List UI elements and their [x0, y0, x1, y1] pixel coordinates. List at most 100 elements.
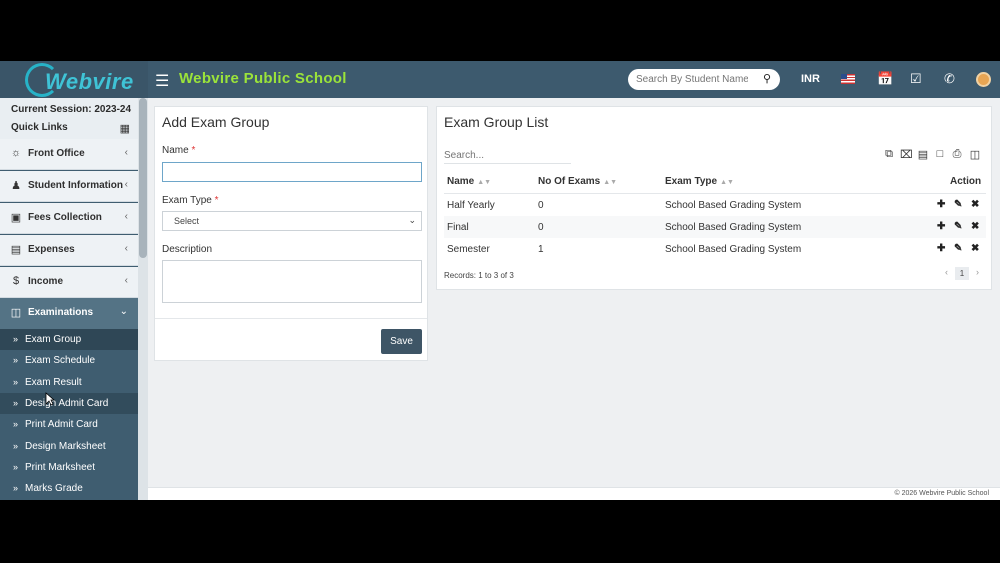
currency-selector[interactable]: INR: [801, 73, 820, 85]
submenu-marks-grade[interactable]: » Marks Grade: [0, 478, 146, 499]
double-chevron-icon: »: [13, 462, 19, 472]
sidebar-item-examinations[interactable]: ◫ Examinations ⌄: [0, 298, 138, 329]
money-icon: ▣: [10, 212, 22, 224]
submenu-exam-group[interactable]: » Exam Group: [0, 329, 146, 350]
double-chevron-icon: »: [13, 419, 19, 429]
mouse-cursor-icon: [45, 392, 55, 406]
us-flag-icon[interactable]: [841, 74, 855, 84]
submenu-print-admit-card[interactable]: » Print Admit Card: [0, 414, 146, 435]
sidebar-item-expenses[interactable]: ▤ Expenses ‹: [0, 235, 138, 266]
name-field[interactable]: [162, 162, 422, 182]
cell-name: Half Yearly: [447, 200, 495, 211]
task-check-icon[interactable]: ☑: [910, 71, 922, 87]
sidebar-item-fees-collection[interactable]: ▣ Fees Collection ‹: [0, 203, 138, 234]
delete-icon[interactable]: ✖: [971, 221, 979, 232]
sidebar-scrollbar[interactable]: [138, 98, 148, 500]
cell-no-of-exams: 0: [538, 200, 544, 211]
add-icon[interactable]: ✚: [937, 199, 945, 210]
column-header-text: Name: [447, 176, 475, 187]
student-search-input[interactable]: [636, 72, 748, 87]
calendar-icon[interactable]: 📅: [877, 71, 893, 87]
submenu-design-marksheet[interactable]: » Design Marksheet: [0, 436, 146, 457]
add-icon[interactable]: ✚: [937, 221, 945, 232]
chevron-left-icon: ‹: [124, 275, 128, 286]
cell-exam-type: School Based Grading System: [665, 244, 802, 255]
column-header-name[interactable]: Name ▲▼: [447, 176, 491, 187]
top-bar: Webvire ☰ Webvire Public School ⚲ INR 📅 …: [0, 61, 1000, 98]
quick-links-label[interactable]: Quick Links: [11, 122, 68, 133]
previous-page-icon[interactable]: ‹: [945, 267, 948, 277]
cell-no-of-exams: 0: [538, 222, 544, 233]
edit-pencil-icon[interactable]: ✎: [954, 243, 962, 254]
chevron-left-icon: ‹: [124, 243, 128, 254]
logo[interactable]: Webvire: [0, 61, 148, 98]
double-chevron-icon: »: [13, 334, 19, 344]
delete-icon[interactable]: ✖: [971, 243, 979, 254]
menu-toggle-icon[interactable]: ☰: [155, 71, 169, 91]
sort-icon: ▲▼: [603, 179, 618, 186]
sidebar-item-label: Expenses: [28, 244, 75, 255]
submenu-exam-result[interactable]: » Exam Result: [0, 372, 146, 393]
exam-type-selected: Select: [174, 216, 200, 226]
submenu-label: Design Admit Card: [25, 398, 109, 409]
table-row: Half Yearly 0 School Based Grading Syste…: [444, 194, 986, 216]
exam-type-select[interactable]: Select ⌄: [162, 211, 422, 231]
copy-icon[interactable]: ⧉: [883, 148, 895, 161]
columns-icon[interactable]: ◫: [969, 148, 981, 161]
required-mark: *: [191, 145, 196, 156]
credit-card-icon: ▤: [10, 244, 22, 256]
sidebar-item-label: Student Information: [28, 180, 123, 191]
add-icon[interactable]: ✚: [937, 243, 945, 254]
sidebar: Current Session: 2023-24 Quick Links ▦ ☼…: [0, 98, 148, 500]
double-chevron-icon: »: [13, 377, 19, 387]
page-button[interactable]: 1: [955, 267, 969, 280]
logo-text: Webvire: [45, 69, 134, 94]
scrollbar-thumb[interactable]: [139, 98, 147, 258]
add-exam-group-card: Add Exam Group Name * Exam Type * Select…: [154, 106, 428, 361]
chevron-left-icon: ‹: [124, 179, 128, 190]
sidebar-item-label: Income: [28, 276, 64, 287]
cell-no-of-exams: 1: [538, 244, 544, 255]
save-button[interactable]: Save: [381, 329, 422, 354]
sidebar-item-income[interactable]: $ Income ‹: [0, 267, 138, 298]
column-header-no-of-exams[interactable]: No Of Exams ▲▼: [538, 176, 617, 187]
submenu-label: Print Marksheet: [25, 462, 96, 473]
submenu-label: Marks Grade: [25, 483, 83, 494]
chevron-left-icon: ‹: [124, 211, 128, 222]
sidebar-item-student-information[interactable]: ♟ Student Information ‹: [0, 171, 138, 202]
dollar-icon: $: [12, 275, 20, 287]
edit-pencil-icon[interactable]: ✎: [954, 199, 962, 210]
table-search-input[interactable]: [444, 147, 571, 164]
sidebar-item-front-office[interactable]: ☼ Front Office ‹: [0, 139, 138, 170]
csv-icon[interactable]: ▤: [917, 148, 929, 161]
search-icon[interactable]: ⚲: [763, 72, 771, 85]
exam-type-label-text: Exam Type: [162, 195, 212, 206]
exam-group-list-title: Exam Group List: [444, 114, 549, 130]
submenu-label: Exam Schedule: [25, 355, 96, 366]
name-label: Name *: [162, 145, 195, 156]
double-chevron-icon: »: [13, 355, 19, 365]
excel-icon[interactable]: ⌧: [900, 148, 913, 161]
description-label: Description: [162, 244, 213, 255]
cell-name: Final: [447, 222, 469, 233]
column-header-exam-type[interactable]: Exam Type ▲▼: [665, 176, 734, 187]
delete-icon[interactable]: ✖: [971, 199, 979, 210]
user-avatar[interactable]: [976, 72, 991, 87]
double-chevron-icon: »: [13, 441, 19, 451]
required-mark: *: [214, 195, 219, 206]
column-header-text: No Of Exams: [538, 176, 601, 187]
table-row: Final 0 School Based Grading System ✚ ✎ …: [444, 216, 986, 238]
submenu-print-marksheet[interactable]: » Print Marksheet: [0, 457, 146, 478]
pdf-icon[interactable]: □: [934, 148, 946, 160]
submenu-label: Design Marksheet: [25, 441, 106, 452]
edit-pencil-icon[interactable]: ✎: [954, 221, 962, 232]
grid-icon[interactable]: ▦: [120, 122, 130, 135]
add-exam-group-title: Add Exam Group: [162, 114, 270, 130]
submenu-design-admit-card[interactable]: » Design Admit Card: [0, 393, 146, 414]
whatsapp-icon[interactable]: ✆: [944, 71, 955, 87]
next-page-icon[interactable]: ›: [976, 267, 979, 277]
description-field[interactable]: [162, 260, 422, 303]
submenu-exam-schedule[interactable]: » Exam Schedule: [0, 350, 146, 371]
sort-icon: ▲▼: [720, 179, 734, 186]
print-icon[interactable]: ⎙: [951, 148, 963, 161]
